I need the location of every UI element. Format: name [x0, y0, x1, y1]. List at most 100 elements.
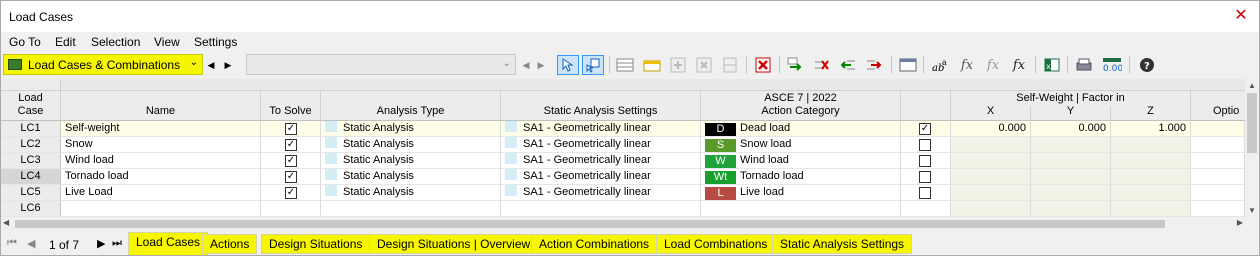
static-settings-cell[interactable]: [501, 201, 701, 217]
prev-item-icon[interactable]: ◀: [519, 56, 533, 74]
table-row[interactable]: LC3 Wind load ✓ Static Analysis SA1 - Geomet…: [1, 153, 1245, 169]
col-header-x[interactable]: X: [951, 105, 1031, 121]
factor-z-cell[interactable]: [1111, 169, 1191, 185]
delete-all-icon[interactable]: [752, 55, 774, 75]
delete-row-icon[interactable]: [693, 55, 715, 75]
col-header-y[interactable]: Y: [1031, 105, 1111, 121]
self-weight-checkbox[interactable]: [919, 139, 931, 151]
col-header-options[interactable]: Optio: [1191, 91, 1245, 121]
to-solve-checkbox[interactable]: ✓: [285, 155, 297, 167]
last-page-icon[interactable]: ⏭: [112, 237, 122, 250]
static-settings-cell[interactable]: SA1 - Geometrically linear: [501, 137, 701, 153]
options-cell[interactable]: [1191, 153, 1245, 169]
vertical-scrollbar[interactable]: ▲ ▼: [1245, 79, 1259, 217]
factor-x-cell[interactable]: 0.000: [951, 121, 1031, 137]
factor-y-cell[interactable]: [1031, 137, 1111, 153]
action-category-cell[interactable]: S Snow load: [701, 137, 901, 153]
prev-table-icon[interactable]: ◀: [204, 56, 218, 74]
next-table-icon[interactable]: ▶: [221, 56, 235, 74]
horizontal-scrollbar[interactable]: ◀ ▶: [1, 217, 1245, 231]
factor-y-cell[interactable]: [1031, 201, 1111, 217]
self-weight-cell[interactable]: [901, 137, 951, 153]
col-header-lc[interactable]: Load Case: [1, 91, 61, 121]
table-row[interactable]: LC2 Snow ✓ Static Analysis SA1 - Geometrical…: [1, 137, 1245, 153]
move-right-icon[interactable]: [863, 55, 885, 75]
analysis-type-cell[interactable]: Static Analysis: [321, 169, 501, 185]
factor-z-cell[interactable]: 1.000: [1111, 121, 1191, 137]
window-icon[interactable]: [897, 55, 919, 75]
table-group-select[interactable]: Load Cases & Combinations ⌄: [3, 54, 203, 75]
function-icon[interactable]: fx: [956, 55, 978, 75]
name-cell[interactable]: Live Load: [61, 185, 261, 201]
factor-y-cell[interactable]: 0.000: [1031, 121, 1111, 137]
name-cell[interactable]: Self-weight: [61, 121, 261, 137]
factor-z-cell[interactable]: [1111, 137, 1191, 153]
move-left-icon[interactable]: [837, 55, 859, 75]
col-header-z[interactable]: Z: [1111, 105, 1191, 121]
to-solve-cell[interactable]: ✓: [261, 121, 321, 137]
to-solve-cell[interactable]: ✓: [261, 137, 321, 153]
to-solve-cell[interactable]: [261, 201, 321, 217]
col-header-static-settings[interactable]: Static Analysis Settings: [501, 91, 701, 121]
self-weight-cell[interactable]: ✓: [901, 121, 951, 137]
options-cell[interactable]: [1191, 137, 1245, 153]
delete-selected-icon[interactable]: [811, 55, 833, 75]
to-solve-checkbox[interactable]: ✓: [285, 171, 297, 183]
new-row-icon[interactable]: [641, 55, 663, 75]
tab-design-situations-overview[interactable]: Design Situations | Overview: [369, 234, 539, 254]
tab-static-analysis-settings[interactable]: Static Analysis Settings: [772, 234, 913, 254]
export-excel-icon[interactable]: x: [1041, 55, 1063, 75]
tab-actions[interactable]: Actions: [202, 234, 258, 254]
table-view-icon[interactable]: [614, 55, 636, 75]
col-header-to-solve[interactable]: To Solve: [261, 91, 321, 121]
next-item-icon[interactable]: ▶: [534, 56, 548, 74]
static-settings-cell[interactable]: SA1 - Geometrically linear: [501, 169, 701, 185]
prev-page-icon[interactable]: ◀: [27, 237, 35, 250]
menu-go-to[interactable]: Go To: [9, 35, 41, 49]
show-in-graphics-icon[interactable]: [582, 55, 604, 75]
factor-x-cell[interactable]: [951, 137, 1031, 153]
scroll-right-icon[interactable]: ▶: [1237, 218, 1243, 227]
column-icon[interactable]: [719, 55, 741, 75]
factor-x-cell[interactable]: [951, 153, 1031, 169]
factor-y-cell[interactable]: [1031, 185, 1111, 201]
static-settings-cell[interactable]: SA1 - Geometrically linear: [501, 121, 701, 137]
self-weight-checkbox[interactable]: [919, 187, 931, 199]
static-settings-cell[interactable]: SA1 - Geometrically linear: [501, 185, 701, 201]
static-settings-cell[interactable]: SA1 - Geometrically linear: [501, 153, 701, 169]
decimal-places-icon[interactable]: 0.00: [1101, 55, 1123, 75]
factor-z-cell[interactable]: [1111, 185, 1191, 201]
scroll-up-icon[interactable]: ▲: [1248, 81, 1256, 90]
function-edit-icon[interactable]: fx: [1008, 55, 1030, 75]
name-cell[interactable]: Snow: [61, 137, 261, 153]
analysis-type-cell[interactable]: Static Analysis: [321, 137, 501, 153]
options-cell[interactable]: [1191, 169, 1245, 185]
to-solve-checkbox[interactable]: ✓: [285, 187, 297, 199]
action-category-cell[interactable]: [701, 201, 901, 217]
table-row[interactable]: LC4 Tornado load ✓ Static Analysis SA1 - Geo…: [1, 169, 1245, 185]
col-header-name[interactable]: Name: [61, 91, 261, 121]
to-solve-checkbox[interactable]: ✓: [285, 123, 297, 135]
self-weight-checkbox[interactable]: ✓: [919, 123, 931, 135]
table-row[interactable]: LC1 Self-weight ✓ Static Analysis SA1 - Geom…: [1, 121, 1245, 137]
scrollbar-thumb[interactable]: [15, 220, 1165, 228]
insert-row-icon[interactable]: [667, 55, 689, 75]
action-category-cell[interactable]: D Dead load: [701, 121, 901, 137]
tab-design-situations[interactable]: Design Situations: [261, 234, 371, 254]
action-category-cell[interactable]: L Live load: [701, 185, 901, 201]
self-weight-cell[interactable]: [901, 153, 951, 169]
to-solve-cell[interactable]: ✓: [261, 185, 321, 201]
col-header-action-category[interactable]: ASCE 7 | 2022 Action Category: [701, 91, 901, 121]
to-solve-checkbox[interactable]: ✓: [285, 139, 297, 151]
factor-y-cell[interactable]: [1031, 169, 1111, 185]
col-header-sw-toggle[interactable]: [901, 91, 951, 121]
analysis-type-cell[interactable]: Static Analysis: [321, 185, 501, 201]
analysis-type-cell[interactable]: Static Analysis: [321, 121, 501, 137]
menu-edit[interactable]: Edit: [55, 35, 76, 49]
scroll-left-icon[interactable]: ◀: [3, 218, 9, 227]
print-icon[interactable]: [1073, 55, 1095, 75]
self-weight-cell[interactable]: [901, 201, 951, 217]
action-category-cell[interactable]: W Wind load: [701, 153, 901, 169]
tab-load-cases[interactable]: Load Cases: [128, 232, 209, 255]
to-solve-cell[interactable]: ✓: [261, 153, 321, 169]
